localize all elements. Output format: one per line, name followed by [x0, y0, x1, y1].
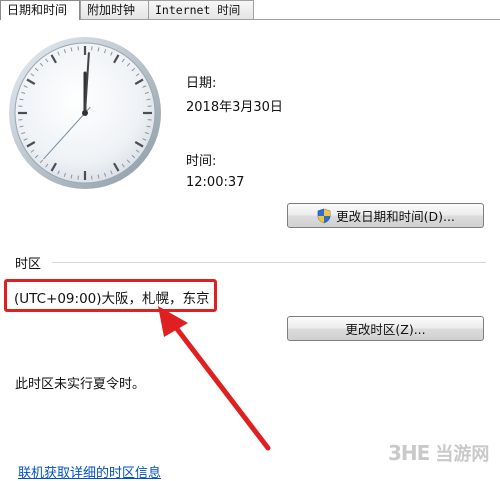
change-timezone-button[interactable]: 更改时区(Z)...: [287, 316, 484, 341]
tab-bar: 日期和时间 附加时钟 Internet 时间: [0, 0, 500, 20]
dst-note: 此时区未实行夏令时。: [15, 373, 145, 392]
change-date-time-label: 更改日期和时间(D)...: [336, 206, 455, 225]
timezone-value: (UTC+09:00)大阪，札幌，东京: [14, 287, 210, 307]
section-divider: [52, 262, 486, 263]
analog-clock: [7, 35, 163, 191]
tab-additional-clocks[interactable]: 附加时钟: [80, 0, 152, 19]
timezone-info-link[interactable]: 联机获取详细的时区信息: [18, 462, 161, 481]
tab-date-time[interactable]: 日期和时间: [0, 0, 80, 20]
date-value: 2018年3月30日: [186, 96, 283, 115]
change-timezone-label: 更改时区(Z)...: [345, 319, 425, 338]
watermark: 3HE 当游网: [388, 440, 489, 466]
time-value: 12:00:37: [186, 175, 244, 190]
clock-center: [82, 110, 88, 116]
timezone-section-label: 时区: [15, 253, 41, 272]
tab-internet-time[interactable]: Internet 时间: [148, 0, 254, 19]
watermark-text: 当游网: [435, 440, 489, 466]
watermark-logo: 3HE: [388, 441, 429, 465]
change-date-time-button[interactable]: 更改日期和时间(D)...: [287, 203, 484, 228]
time-label: 时间:: [186, 150, 216, 169]
date-label: 日期:: [186, 72, 216, 91]
uac-shield-icon: [316, 208, 332, 224]
